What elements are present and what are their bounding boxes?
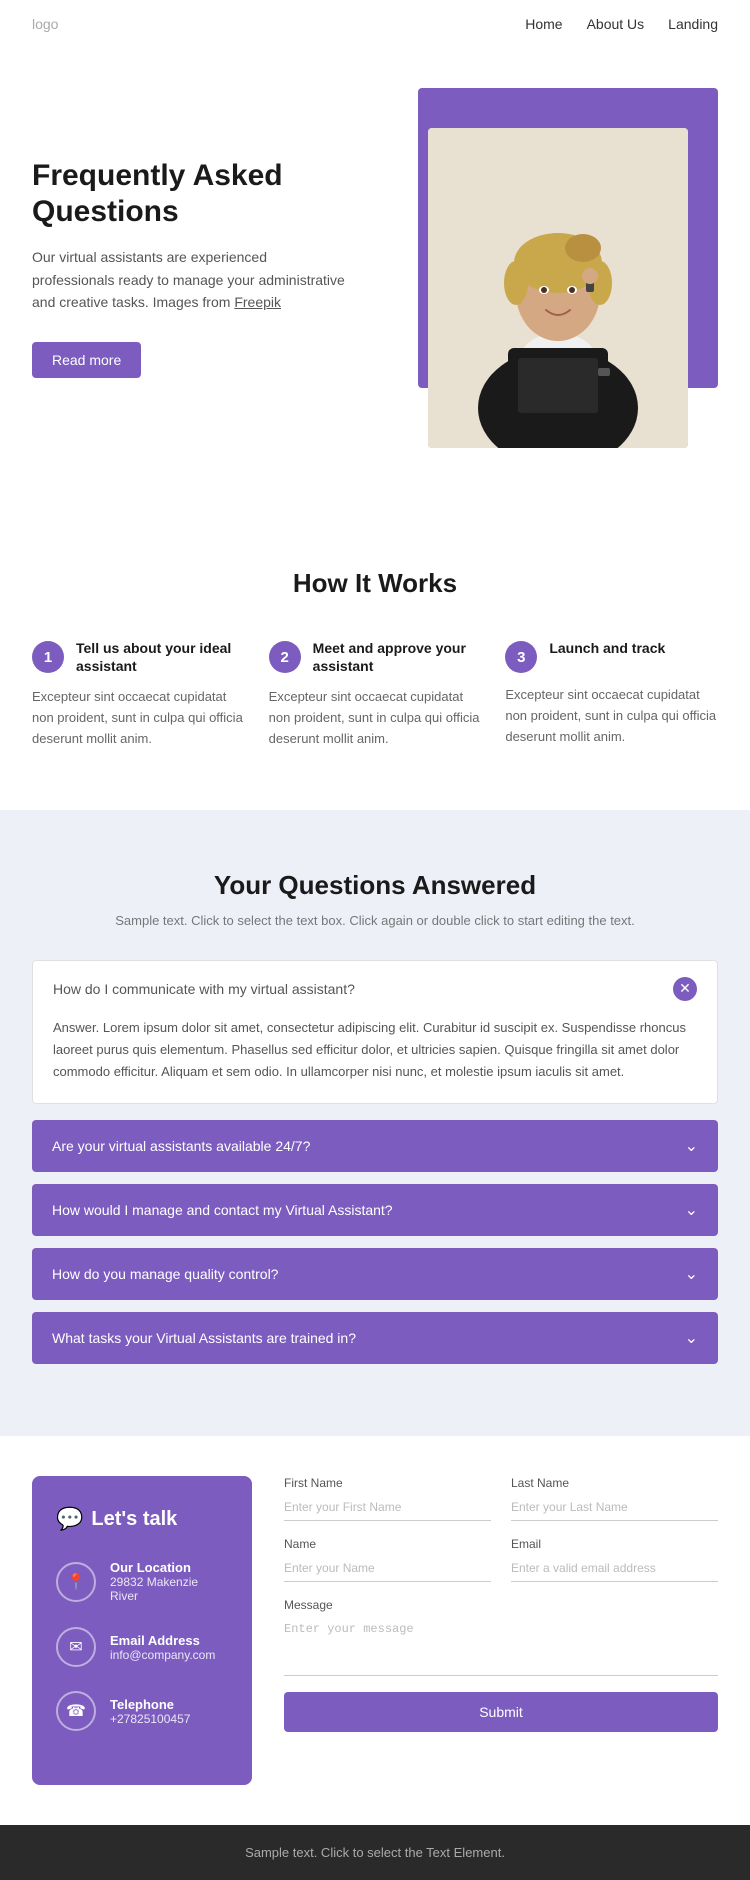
name-label: Name <box>284 1537 491 1551</box>
step-3: 3 Launch and track Excepteur sint occaec… <box>505 639 718 750</box>
last-name-input[interactable] <box>511 1494 718 1521</box>
email-value: info@company.com <box>110 1648 215 1662</box>
message-label: Message <box>284 1598 718 1612</box>
faq-purple-2-text: How would I manage and contact my Virtua… <box>52 1202 393 1218</box>
form-row-2: Name Email <box>284 1537 718 1582</box>
contact-email-info: ✉ Email Address info@company.com <box>56 1627 228 1667</box>
faq-chevron-1: ⌄ <box>685 1136 698 1156</box>
logo: logo <box>32 16 58 32</box>
faq-chevron-4: ⌄ <box>685 1328 698 1348</box>
how-it-works-title: How It Works <box>32 568 718 599</box>
footer-text: Sample text. Click to select the Text El… <box>245 1845 505 1860</box>
step-3-desc: Excepteur sint occaecat cupidatat non pr… <box>505 685 718 747</box>
hero-section: Frequently Asked Questions Our virtual a… <box>0 48 750 508</box>
step-1-desc: Excepteur sint occaecat cupidatat non pr… <box>32 687 245 749</box>
email-input[interactable] <box>511 1555 718 1582</box>
step-1-header: 1 Tell us about your ideal assistant <box>32 639 245 675</box>
faq-item-purple-3[interactable]: How do you manage quality control? ⌄ <box>32 1248 718 1300</box>
faq-item-purple-4[interactable]: What tasks your Virtual Assistants are t… <box>32 1312 718 1364</box>
faq-purple-4-text: What tasks your Virtual Assistants are t… <box>52 1330 356 1346</box>
email-field-label: Email <box>511 1537 718 1551</box>
first-name-group: First Name <box>284 1476 491 1521</box>
hero-image-svg <box>428 128 688 448</box>
freepik-link[interactable]: Freepik <box>234 294 281 310</box>
step-3-title: Launch and track <box>549 639 665 657</box>
contact-phone-text: Telephone +27825100457 <box>110 1697 190 1726</box>
step-1-title: Tell us about your ideal assistant <box>76 639 245 675</box>
name-input[interactable] <box>284 1555 491 1582</box>
faq-subtitle: Sample text. Click to select the text bo… <box>32 913 718 928</box>
contact-card-title: 💬 Let's talk <box>56 1506 228 1532</box>
phone-icon: ☎ <box>56 1691 96 1731</box>
faq-open-question-text: How do I communicate with my virtual ass… <box>53 981 355 997</box>
navbar: logo Home About Us Landing <box>0 0 750 48</box>
nav-links: Home About Us Landing <box>525 16 718 32</box>
contact-section: 💬 Let's talk 📍 Our Location 29832 Makenz… <box>0 1436 750 1825</box>
location-value: 29832 Makenzie River <box>110 1575 228 1603</box>
step-3-number: 3 <box>505 641 537 673</box>
step-1: 1 Tell us about your ideal assistant Exc… <box>32 639 245 750</box>
steps-container: 1 Tell us about your ideal assistant Exc… <box>32 639 718 750</box>
step-2-title: Meet and approve your assistant <box>313 639 482 675</box>
step-2: 2 Meet and approve your assistant Except… <box>269 639 482 750</box>
step-2-number: 2 <box>269 641 301 673</box>
hero-photo <box>428 128 688 448</box>
how-it-works-section: How It Works 1 Tell us about your ideal … <box>0 508 750 810</box>
faq-purple-3-text: How do you manage quality control? <box>52 1266 278 1282</box>
footer: Sample text. Click to select the Text El… <box>0 1825 750 1880</box>
message-group: Message <box>284 1598 718 1676</box>
faq-chevron-2: ⌄ <box>685 1200 698 1220</box>
phone-value: +27825100457 <box>110 1712 190 1726</box>
faq-item-purple-1[interactable]: Are your virtual assistants available 24… <box>32 1120 718 1172</box>
name-group: Name <box>284 1537 491 1582</box>
phone-label: Telephone <box>110 1697 190 1712</box>
step-2-desc: Excepteur sint occaecat cupidatat non pr… <box>269 687 482 749</box>
step-2-header: 2 Meet and approve your assistant <box>269 639 482 675</box>
nav-home[interactable]: Home <box>525 16 562 32</box>
nav-landing[interactable]: Landing <box>668 16 718 32</box>
contact-card: 💬 Let's talk 📍 Our Location 29832 Makenz… <box>32 1476 252 1785</box>
first-name-label: First Name <box>284 1476 491 1490</box>
hero-image-area <box>352 88 718 448</box>
email-group: Email <box>511 1537 718 1582</box>
faq-item-purple-2[interactable]: How would I manage and contact my Virtua… <box>32 1184 718 1236</box>
chat-icon: 💬 <box>56 1506 83 1532</box>
hero-title: Frequently Asked Questions <box>32 158 352 230</box>
read-more-button[interactable]: Read more <box>32 342 141 378</box>
nav-about[interactable]: About Us <box>587 16 645 32</box>
step-3-header: 3 Launch and track <box>505 639 718 673</box>
hero-text: Frequently Asked Questions Our virtual a… <box>32 158 352 377</box>
contact-email-text: Email Address info@company.com <box>110 1633 215 1662</box>
contact-location: 📍 Our Location 29832 Makenzie River <box>56 1560 228 1603</box>
faq-open-answer: Answer. Lorem ipsum dolor sit amet, cons… <box>33 1017 717 1103</box>
faq-purple-1-text: Are your virtual assistants available 24… <box>52 1138 310 1154</box>
form-row-1: First Name Last Name <box>284 1476 718 1521</box>
faq-open-icon: ✕ <box>673 977 697 1001</box>
last-name-label: Last Name <box>511 1476 718 1490</box>
first-name-input[interactable] <box>284 1494 491 1521</box>
faq-chevron-3: ⌄ <box>685 1264 698 1284</box>
faq-section: Your Questions Answered Sample text. Cli… <box>0 810 750 1436</box>
contact-location-text: Our Location 29832 Makenzie River <box>110 1560 228 1603</box>
step-1-number: 1 <box>32 641 64 673</box>
faq-title: Your Questions Answered <box>32 870 718 901</box>
submit-button[interactable]: Submit <box>284 1692 718 1732</box>
last-name-group: Last Name <box>511 1476 718 1521</box>
hero-description: Our virtual assistants are experienced p… <box>32 246 352 313</box>
location-label: Our Location <box>110 1560 228 1575</box>
contact-form: First Name Last Name Name Email Message … <box>252 1476 718 1785</box>
location-icon: 📍 <box>56 1562 96 1602</box>
email-icon: ✉ <box>56 1627 96 1667</box>
faq-open-question-toggle[interactable]: How do I communicate with my virtual ass… <box>33 961 717 1017</box>
faq-item-open: How do I communicate with my virtual ass… <box>32 960 718 1104</box>
contact-phone: ☎ Telephone +27825100457 <box>56 1691 228 1731</box>
message-textarea[interactable] <box>284 1616 718 1676</box>
email-label: Email Address <box>110 1633 215 1648</box>
